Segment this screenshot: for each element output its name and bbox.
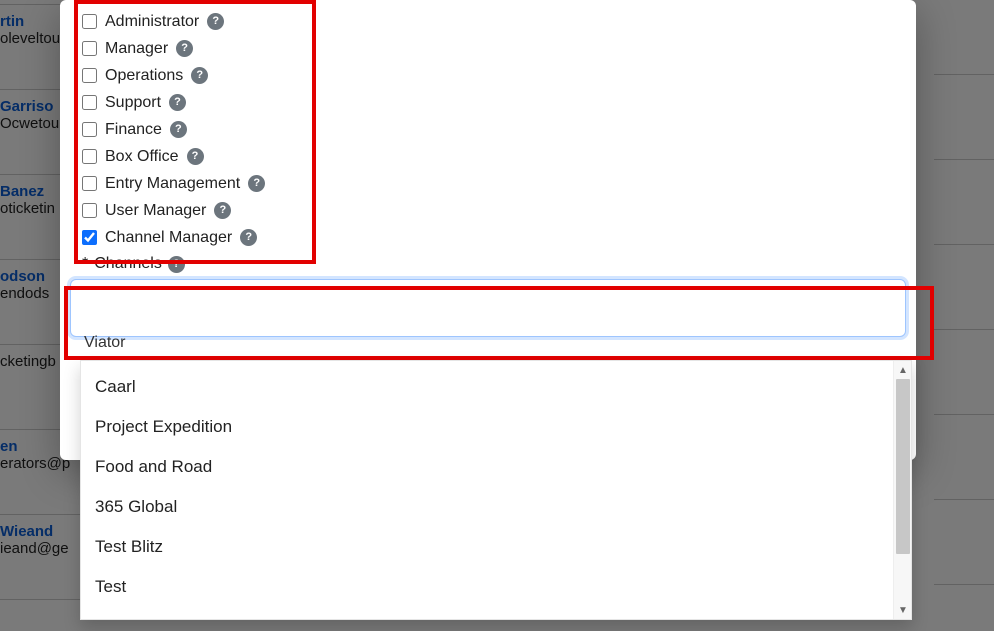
channels-input-wrap (70, 279, 906, 337)
channels-search-input[interactable] (70, 279, 906, 337)
dropdown-item[interactable]: Caarl (81, 367, 893, 407)
role-finance[interactable]: Finance ? (82, 116, 898, 143)
dropdown-item-label: Project Expedition (95, 417, 232, 437)
role-label: Operations (105, 67, 183, 85)
role-administrator[interactable]: Administrator ? (82, 8, 898, 35)
channels-peek-item: Viator (60, 334, 916, 352)
role-checkbox[interactable] (82, 14, 97, 29)
role-label: Finance (105, 121, 162, 139)
dropdown-item-label: Caarl (95, 377, 136, 397)
help-icon[interactable]: ? (240, 229, 257, 246)
role-checkbox[interactable] (82, 230, 97, 245)
scrollbar-thumb[interactable] (896, 379, 910, 554)
help-icon[interactable]: ? (187, 148, 204, 165)
help-icon[interactable]: ? (207, 13, 224, 30)
role-user-manager[interactable]: User Manager ? (82, 197, 898, 224)
scroll-up-arrow-icon[interactable]: ▲ (894, 361, 912, 379)
role-label: Channel Manager (105, 229, 232, 247)
role-checkbox[interactable] (82, 203, 97, 218)
role-checkbox[interactable] (82, 41, 97, 56)
help-icon[interactable]: ? (170, 121, 187, 138)
dropdown-item-label: Test (95, 577, 126, 597)
role-label: Entry Management (105, 175, 240, 193)
role-label: Box Office (105, 148, 179, 166)
role-channel-manager[interactable]: Channel Manager ? (82, 224, 898, 251)
role-box-office[interactable]: Box Office ? (82, 143, 898, 170)
channels-dropdown: Caarl Project Expedition Food and Road 3… (80, 360, 912, 620)
dropdown-scroll-area[interactable]: Caarl Project Expedition Food and Road 3… (81, 361, 893, 619)
role-checkbox[interactable] (82, 95, 97, 110)
scrollbar-track[interactable] (894, 379, 912, 601)
help-icon[interactable]: ? (248, 175, 265, 192)
scroll-down-arrow-icon[interactable]: ▼ (894, 601, 912, 619)
role-support[interactable]: Support ? (82, 89, 898, 116)
dropdown-item[interactable]: Test Blitz (81, 527, 893, 567)
dropdown-item-label: 365 Global (95, 497, 177, 517)
dropdown-scrollbar[interactable]: ▲ ▼ (893, 361, 911, 619)
help-icon[interactable]: ? (169, 94, 186, 111)
role-manager[interactable]: Manager ? (82, 35, 898, 62)
dropdown-item[interactable]: Food and Road (81, 447, 893, 487)
help-icon[interactable]: ? (168, 256, 185, 273)
help-icon[interactable]: ? (191, 67, 208, 84)
role-label: User Manager (105, 202, 206, 220)
role-label: Support (105, 94, 161, 112)
role-checkbox[interactable] (82, 68, 97, 83)
dropdown-item-label: Food and Road (95, 457, 212, 477)
role-checkbox[interactable] (82, 176, 97, 191)
dropdown-item[interactable]: Project Expedition (81, 407, 893, 447)
dropdown-item[interactable]: 365 Global (81, 487, 893, 527)
dropdown-item[interactable]: Test (81, 567, 893, 607)
role-operations[interactable]: Operations ? (82, 62, 898, 89)
dropdown-item-label: Test Blitz (95, 537, 163, 557)
channels-field-label: * Channels ? (60, 253, 916, 273)
role-label: Administrator (105, 13, 199, 31)
help-icon[interactable]: ? (176, 40, 193, 57)
help-icon[interactable]: ? (214, 202, 231, 219)
role-entry-management[interactable]: Entry Management ? (82, 170, 898, 197)
role-checkbox[interactable] (82, 149, 97, 164)
roles-group: Administrator ? Manager ? Operations ? S… (60, 0, 916, 253)
role-label: Manager (105, 40, 168, 58)
role-checkbox[interactable] (82, 122, 97, 137)
required-marker: * (82, 255, 88, 273)
channels-label-text: Channels (94, 255, 162, 273)
